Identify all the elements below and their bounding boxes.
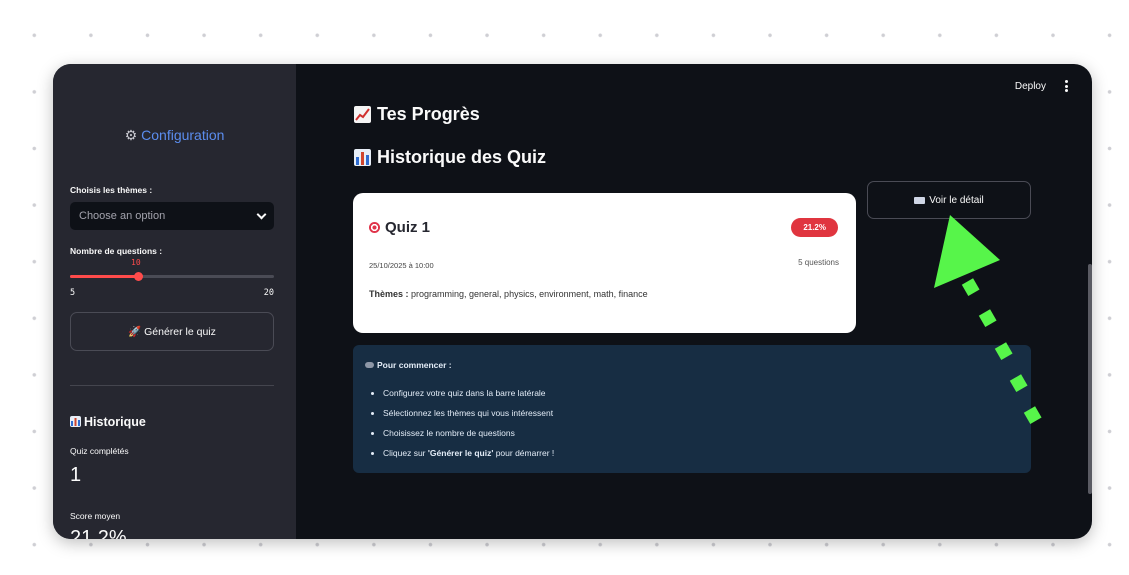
quiz-title: Quiz 1	[369, 219, 430, 236]
gear-icon: ⚙	[124, 127, 138, 143]
arrow-dash	[1009, 374, 1028, 393]
gamepad-icon	[365, 362, 374, 368]
arrow-head	[934, 215, 1000, 288]
arrow-dash	[961, 278, 980, 297]
quiz-card: Quiz 1 21.2% 25/10/2025 à 10:00 5 questi…	[353, 193, 856, 333]
config-title: ⚙ Configuration	[53, 127, 296, 144]
history-title-text: Historique	[84, 415, 146, 429]
step-prefix: Cliquez sur	[383, 448, 428, 458]
arrow-dash	[1023, 406, 1042, 425]
deploy-button[interactable]: Deploy	[1015, 81, 1046, 92]
completed-label: Quiz complétés	[70, 446, 129, 456]
quiz-history-heading: Historique des Quiz	[354, 147, 546, 168]
arrow-dash	[978, 309, 997, 328]
arrow-pointer	[934, 215, 1042, 425]
progress-heading-text: Tes Progrès	[377, 104, 480, 124]
themes-select[interactable]: Choose an option	[70, 202, 274, 230]
quiz-question-count: 5 questions	[798, 258, 839, 267]
avg-score-value: 21.2%	[70, 527, 127, 539]
quiz-date: 25/10/2025 à 10:00	[369, 261, 434, 270]
completed-value: 1	[70, 464, 82, 486]
quiz-themes-list: programming, general, physics, environme…	[408, 289, 648, 299]
avg-score-label: Score moyen	[70, 511, 121, 521]
view-detail-label: Voir le détail	[929, 194, 984, 206]
step-bold: 'Générer le quiz'	[427, 448, 494, 458]
quiz-title-text: Quiz 1	[385, 219, 431, 236]
target-icon	[369, 222, 380, 233]
steps-list: Configurez votre quiz dans la barre laté…	[383, 387, 554, 467]
themes-placeholder: Choose an option	[79, 210, 166, 222]
list-item: Configurez votre quiz dans la barre laté…	[383, 387, 554, 407]
quiz-themes-label: Thèmes :	[369, 289, 409, 299]
slider-min: 5	[70, 288, 76, 298]
chevron-down-icon	[256, 209, 267, 219]
kebab-menu-icon[interactable]	[1065, 80, 1069, 92]
slider-value: 10	[131, 258, 141, 267]
step-suffix: pour démarrer !	[493, 448, 555, 458]
chart-up-icon	[354, 106, 371, 123]
bar-chart-icon	[70, 416, 81, 427]
sidebar-divider	[70, 385, 274, 386]
slider-thumb[interactable]	[133, 272, 143, 281]
bar-chart-icon	[354, 149, 371, 166]
history-title: Historique	[70, 415, 146, 429]
list-item: Choisissez le nombre de questions	[383, 427, 554, 447]
list-item: Sélectionnez les thèmes qui vous intéres…	[383, 407, 554, 427]
slider-fill	[70, 275, 138, 278]
generate-quiz-button[interactable]: 🚀 Générer le quiz	[70, 312, 274, 351]
main-scrollbar[interactable]	[1088, 264, 1092, 494]
book-icon	[914, 196, 926, 204]
list-item: Cliquez sur 'Générer le quiz' pour démar…	[383, 447, 554, 467]
questions-slider[interactable]	[70, 272, 274, 281]
config-title-text: Configuration	[141, 127, 225, 143]
info-title-text: Pour commencer :	[377, 360, 452, 370]
slider-max: 20	[263, 288, 274, 298]
sidebar: ⚙ Configuration Choisis les thèmes : Choo…	[53, 64, 296, 539]
score-badge: 21.2%	[791, 218, 838, 237]
themes-label: Choisis les thèmes :	[70, 185, 153, 195]
quiz-themes: Thèmes : programming, general, physics, …	[369, 289, 648, 299]
progress-heading: Tes Progrès	[354, 104, 480, 125]
arrow-dash	[994, 342, 1013, 361]
questions-label: Nombre de questions :	[70, 246, 163, 256]
info-title: Pour commencer :	[365, 360, 452, 370]
quiz-history-heading-text: Historique des Quiz	[377, 147, 547, 167]
